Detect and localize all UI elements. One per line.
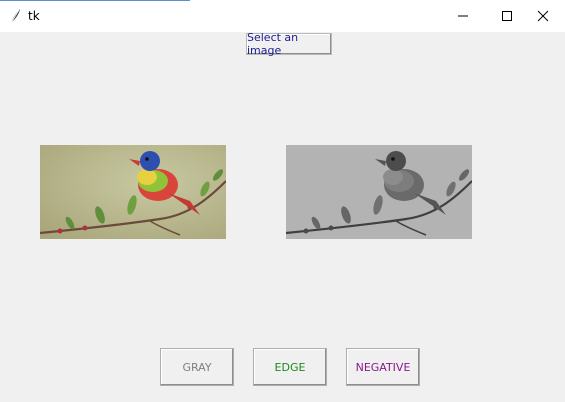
original-image: [40, 145, 226, 239]
select-image-button[interactable]: Select an image: [246, 31, 332, 57]
feather-icon: [10, 9, 20, 24]
close-button[interactable]: [521, 0, 565, 32]
minimize-button[interactable]: [441, 0, 485, 32]
minimize-icon: [458, 15, 468, 17]
title-accent: [0, 0, 190, 1]
processed-image: [286, 145, 472, 239]
gray-button[interactable]: GRAY: [160, 348, 234, 386]
negative-button[interactable]: NEGATIVE: [346, 348, 420, 386]
title-bar: tk: [0, 0, 565, 32]
window-title: tk: [28, 9, 40, 23]
maximize-icon: [502, 11, 512, 21]
edge-button[interactable]: EDGE: [253, 348, 327, 386]
close-icon: [537, 10, 549, 22]
